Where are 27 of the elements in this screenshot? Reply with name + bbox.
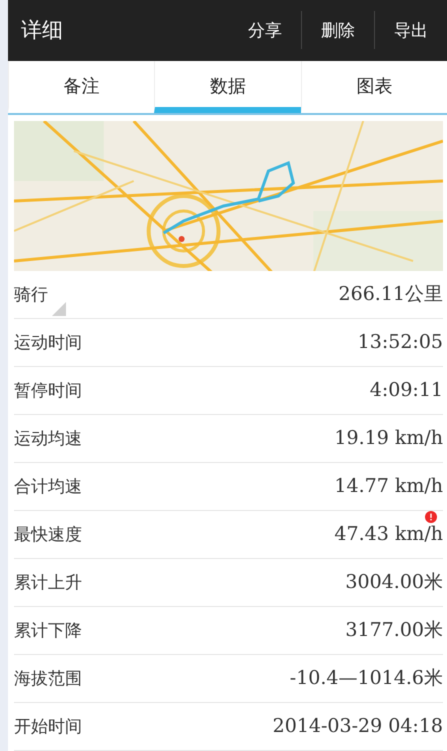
action-button[interactable]: 删除 — [301, 11, 374, 50]
stat-label: 开始时间 — [14, 716, 82, 738]
action-button[interactable]: 导出 — [374, 11, 447, 50]
stat-label: 运动时间 — [14, 332, 82, 354]
stat-value: 47.43 km/h — [334, 523, 443, 546]
stat-value: 19.19 km/h — [334, 427, 443, 450]
stat-label: 最快速度 — [14, 524, 82, 546]
screen-title: 详细 — [21, 17, 64, 44]
alert-icon — [425, 510, 437, 523]
stat-value: 14.77 km/h — [334, 475, 443, 498]
stat-value: 4:09:11 — [370, 379, 443, 402]
stat-value: 266.11公里 — [338, 282, 443, 308]
stat-value: 3004.00米 — [345, 570, 443, 596]
stat-label: 累计上升 — [14, 572, 82, 594]
stat-label: 海拔范围 — [14, 668, 82, 690]
action-button[interactable]: 分享 — [229, 11, 301, 50]
stat-label: 合计均速 — [14, 476, 82, 498]
stat-value: 2014-03-29 04:18 — [272, 715, 443, 738]
corner-triangle-icon — [52, 302, 66, 316]
stat-value: -10.4—1014.6米 — [290, 666, 443, 692]
stat-value: 3177.00米 — [345, 618, 443, 644]
stat-label: 骑行 — [14, 284, 48, 306]
stat-label: 运动均速 — [14, 428, 82, 450]
stat-label: 累计下降 — [14, 620, 82, 642]
stat-value: 13:52:05 — [358, 331, 443, 354]
stat-label: 暂停时间 — [14, 380, 82, 402]
tab[interactable]: 数据 — [154, 60, 301, 113]
